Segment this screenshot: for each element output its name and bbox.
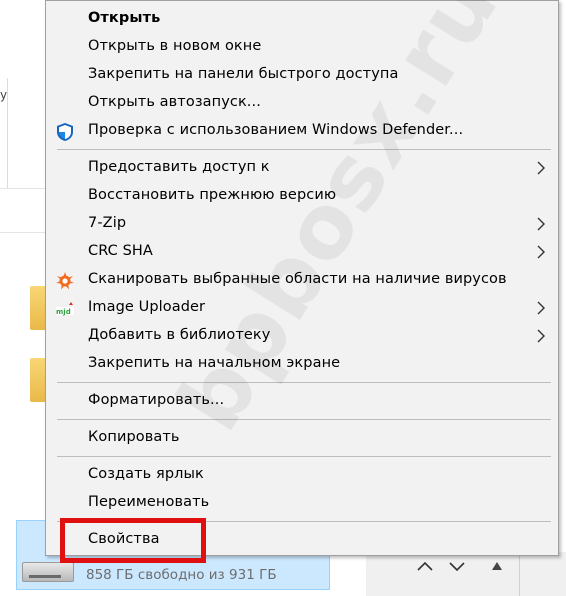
status-bar	[366, 552, 566, 596]
menu-item-label: CRC SHA	[88, 243, 153, 259]
chevron-right-icon	[534, 298, 548, 318]
status-divider	[519, 552, 520, 596]
menu-item-rename[interactable]: Переименовать	[46, 490, 558, 516]
menu-item-label: Проверка с использованием Windows Defend…	[88, 122, 464, 138]
menu-item-label: Переименовать	[88, 494, 210, 510]
svg-text:mjd: mjd	[56, 308, 71, 316]
scroll-down-icon[interactable]	[448, 558, 466, 577]
highlight-annotation-box	[60, 518, 206, 563]
folder-icon[interactable]	[30, 358, 46, 402]
menu-item-label: Форматировать...	[88, 392, 225, 408]
chevron-right-icon	[534, 214, 548, 234]
avast-icon	[55, 271, 75, 291]
menu-item-restore-previous[interactable]: Восстановить прежнюю версию	[46, 183, 558, 209]
ribbon-bottom-border	[0, 188, 46, 189]
menu-item-label: Предоставить доступ к	[88, 159, 270, 175]
menu-item-pin-start[interactable]: Закрепить на начальном экране	[46, 351, 558, 377]
menu-item-open-new-window[interactable]: Открыть в новом окне	[46, 34, 558, 60]
menu-item-image-uploader[interactable]: mjd Image Uploader	[46, 295, 558, 321]
menu-separator	[57, 382, 551, 383]
hard-drive-icon	[22, 562, 74, 582]
chevron-right-icon	[534, 242, 548, 262]
menu-item-label: 7-Zip	[88, 215, 127, 231]
menu-separator	[57, 149, 551, 150]
menu-item-add-to-library[interactable]: Добавить в библиотеку	[46, 323, 558, 349]
folder-icon[interactable]	[30, 286, 46, 330]
menu-item-windows-defender[interactable]: Проверка с использованием Windows Defend…	[46, 118, 558, 144]
menu-separator	[57, 456, 551, 457]
menu-item-create-shortcut[interactable]: Создать ярлык	[46, 462, 558, 488]
menu-item-label: Открыть	[88, 10, 161, 26]
chevron-right-icon	[534, 158, 548, 178]
menu-item-label: Открыть в новом окне	[88, 38, 262, 54]
menu-item-label: Восстановить прежнюю версию	[88, 187, 337, 203]
address-bar-border	[0, 232, 46, 233]
chevron-right-icon	[534, 326, 548, 346]
image-uploader-icon: mjd	[55, 299, 75, 319]
windows-defender-shield-icon	[55, 122, 75, 142]
menu-item-copy[interactable]: Копировать	[46, 425, 558, 451]
ribbon-cut-label: y	[0, 88, 8, 102]
menu-item-open[interactable]: Открыть	[46, 6, 558, 32]
menu-item-label: Закрепить на панели быстрого доступа	[88, 66, 399, 82]
menu-item-label: Закрепить на начальном экране	[88, 355, 341, 371]
drive-free-space: 858 ГБ свободно из 931 ГБ	[86, 567, 277, 583]
menu-item-open-autoplay[interactable]: Открыть автозапуск...	[46, 90, 558, 116]
menu-item-pin-quick-access[interactable]: Закрепить на панели быстрого доступа	[46, 62, 558, 88]
menu-item-label: Открыть автозапуск...	[88, 94, 261, 110]
scroll-arrow-up-icon[interactable]	[490, 558, 504, 577]
menu-item-label: Сканировать выбранные области на наличие…	[88, 271, 507, 287]
menu-item-label: Создать ярлык	[88, 466, 204, 482]
menu-item-label: Image Uploader	[88, 299, 206, 315]
menu-item-7zip[interactable]: 7-Zip	[46, 211, 558, 237]
context-menu: Открыть Открыть в новом окне Закрепить н…	[45, 0, 559, 556]
scroll-up-icon[interactable]	[416, 558, 434, 577]
menu-item-crc-sha[interactable]: CRC SHA	[46, 239, 558, 265]
menu-item-label: Копировать	[88, 429, 180, 445]
menu-item-label: Добавить в библиотеку	[88, 327, 271, 343]
ribbon-divider	[7, 78, 8, 188]
menu-item-format[interactable]: Форматировать...	[46, 388, 558, 414]
menu-item-scan-viruses[interactable]: Сканировать выбранные области на наличие…	[46, 267, 558, 293]
menu-separator	[57, 419, 551, 420]
menu-item-give-access[interactable]: Предоставить доступ к	[46, 155, 558, 181]
